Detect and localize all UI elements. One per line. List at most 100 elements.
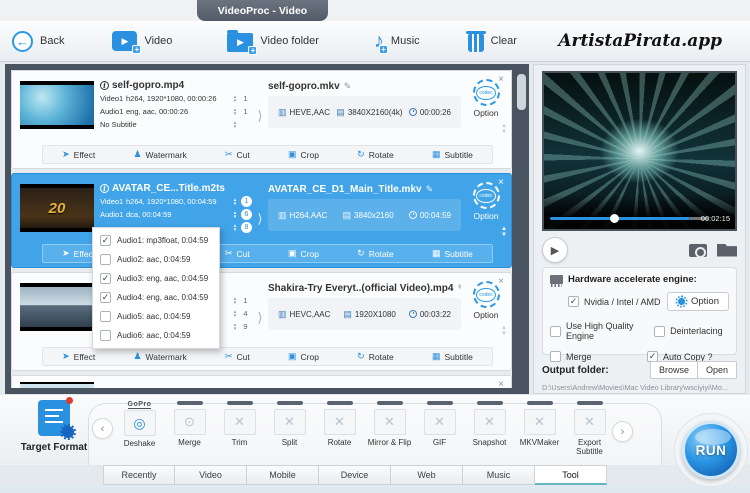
- info-icon[interactable]: i: [100, 183, 109, 193]
- watermark-button[interactable]: ♟Watermark: [133, 149, 186, 160]
- effect-button[interactable]: ➤ Effect: [62, 149, 95, 160]
- track-spinner-icon[interactable]: ▲ ▼: [231, 94, 239, 103]
- tab-tool[interactable]: Tool: [535, 465, 607, 485]
- add-video-folder-button[interactable]: ▶ + Video folder: [227, 30, 319, 55]
- play-button[interactable]: ▶: [542, 237, 568, 263]
- cut-button[interactable]: ✂ Cut: [225, 149, 250, 160]
- checkbox-icon[interactable]: [100, 330, 111, 341]
- track-spinner-icon[interactable]: ▲ ▼: [231, 322, 239, 331]
- target-format-button[interactable]: Target Format: [16, 397, 92, 453]
- open-button[interactable]: Open: [697, 361, 737, 379]
- tab-recently[interactable]: Recently: [103, 465, 175, 485]
- progress-handle[interactable]: [610, 214, 619, 223]
- export-subtitle-icon: ✕: [573, 409, 606, 435]
- hw-engine-checkbox[interactable]: Nvidia / Intel / AMD: [568, 296, 661, 307]
- audio-option-4[interactable]: Audio4: eng, aac, 0:04:59: [93, 288, 219, 307]
- reorder-arrows-icon[interactable]: ▲ ▼: [501, 123, 507, 135]
- deinterlacing-checkbox[interactable]: Deinterlacing: [654, 325, 729, 337]
- split-icon: ✕: [273, 409, 306, 435]
- tools-scroll-left-button[interactable]: ‹: [92, 418, 113, 439]
- tool-deshake[interactable]: GoPro ◎ Deshake: [116, 401, 163, 457]
- track-spinner-icon[interactable]: ▲ ▼: [231, 309, 239, 318]
- tool-mirror-flip[interactable]: ✕ Mirror & Flip: [366, 401, 413, 457]
- checkbox-icon[interactable]: [568, 296, 579, 307]
- tool-trim[interactable]: ✕ Trim: [216, 401, 263, 457]
- tools-scroll-right-button[interactable]: ›: [612, 421, 633, 442]
- tab-web[interactable]: Web: [391, 465, 463, 485]
- close-icon[interactable]: ×: [498, 379, 504, 388]
- crop-button[interactable]: ▣ Crop: [288, 149, 319, 160]
- crop-button[interactable]: ▣ Crop: [288, 248, 319, 259]
- high-quality-checkbox[interactable]: Use High Quality Engine: [550, 321, 654, 341]
- open-folder-icon[interactable]: [717, 243, 737, 257]
- clock-icon: [408, 310, 417, 318]
- back-label: Back: [40, 35, 65, 47]
- checkbox-icon[interactable]: [100, 311, 111, 322]
- rotate-button[interactable]: ↻ Rotate: [357, 149, 394, 160]
- audio-option-3[interactable]: Audio3: eng, aac, 0:04:59: [93, 269, 219, 288]
- audio-option-6[interactable]: Audio6: aac, 0:04:59: [93, 326, 219, 345]
- audio-option-1[interactable]: Audio1: mp3float, 0:04:59: [93, 231, 219, 250]
- tool-merge[interactable]: ⊙ Merge: [166, 401, 213, 457]
- watermark-button[interactable]: ♟Watermark: [133, 351, 186, 362]
- tab-device[interactable]: Device: [319, 465, 391, 485]
- close-icon[interactable]: ×: [498, 177, 504, 188]
- rotate-button[interactable]: ↻ Rotate: [357, 248, 394, 259]
- info-icon[interactable]: i: [100, 80, 109, 90]
- cut-button[interactable]: ✂ Cut: [225, 248, 250, 259]
- effect-button[interactable]: ➤ Effect: [62, 351, 95, 362]
- close-icon[interactable]: ×: [498, 276, 504, 287]
- tool-split[interactable]: ✕ Split: [266, 401, 313, 457]
- video-row-shakira[interactable]: × ▲▼ i ▲▼ 1: [11, 272, 512, 371]
- subtitle-button[interactable]: ▦ Subtitle: [432, 149, 473, 160]
- checkbox-icon[interactable]: [100, 235, 111, 246]
- clear-button[interactable]: Clear: [465, 30, 517, 52]
- reorder-arrows-icon[interactable]: ▲ ▼: [501, 325, 507, 337]
- add-video-button[interactable]: ▶ + Video: [112, 31, 172, 54]
- back-button[interactable]: ← Back: [12, 30, 65, 52]
- list-scrollbar-thumb[interactable]: [517, 74, 526, 110]
- tool-gif[interactable]: ✕ GIF: [416, 401, 463, 457]
- subtitle-button[interactable]: ▦ Subtitle: [432, 351, 473, 362]
- rotate-button[interactable]: ↻ Rotate: [357, 351, 394, 362]
- tool-export-subtitle[interactable]: ✕ Export Subtitle: [566, 401, 613, 457]
- reorder-arrows-icon[interactable]: ▲ ▼: [501, 226, 507, 238]
- track-spinner-icon[interactable]: ▲ ▼: [231, 107, 239, 116]
- gif-icon: ✕: [423, 409, 456, 435]
- checkbox-icon[interactable]: [100, 254, 111, 265]
- tab-music[interactable]: Music: [463, 465, 535, 485]
- close-icon[interactable]: ×: [498, 74, 504, 85]
- track-spinner-icon[interactable]: ▲ ▼: [231, 223, 239, 232]
- tool-rotate[interactable]: ✕ Rotate: [316, 401, 363, 457]
- browse-button[interactable]: Browse: [649, 361, 698, 379]
- checkbox-icon[interactable]: [550, 325, 561, 337]
- checkbox-icon[interactable]: [100, 292, 111, 303]
- edit-icon[interactable]: ✎: [344, 81, 352, 92]
- progress-bar[interactable]: [550, 217, 690, 220]
- tool-mkvmaker[interactable]: ✕ MKVMaker: [516, 401, 563, 457]
- cut-button[interactable]: ✂ Cut: [225, 351, 250, 362]
- hw-option-button[interactable]: Option: [667, 292, 729, 311]
- audio-track[interactable]: Audio1 dca, 00:04:59 ▲ ▼ 6: [100, 208, 252, 221]
- track-spinner-icon[interactable]: ▲ ▼: [231, 120, 239, 129]
- tool-snapshot[interactable]: ✕ Snapshot: [466, 401, 513, 457]
- track-spinner-icon[interactable]: ▲ ▼: [231, 296, 239, 305]
- video-row-partial[interactable]: ×: [11, 375, 512, 388]
- effect-button[interactable]: ➤ Effect: [62, 248, 95, 259]
- edit-icon[interactable]: ✎: [426, 184, 434, 195]
- video-row-avatar[interactable]: × ▲ ▼ 20 i AVATAR_CE...Title.m2ts Video1 …: [11, 173, 512, 268]
- checkbox-icon[interactable]: [100, 273, 111, 284]
- track-spinner-icon[interactable]: ▲ ▼: [231, 210, 239, 219]
- checkbox-icon[interactable]: [654, 325, 666, 337]
- snapshot-camera-icon[interactable]: [689, 243, 707, 258]
- tab-mobile[interactable]: Mobile: [247, 465, 319, 485]
- audio-option-2[interactable]: Audio2: aac, 0:04:59: [93, 250, 219, 269]
- track-spinner-icon[interactable]: ▲ ▼: [231, 197, 239, 206]
- tab-video[interactable]: Video: [175, 465, 247, 485]
- crop-button[interactable]: ▣ Crop: [288, 351, 319, 362]
- add-music-button[interactable]: ♪ + Music: [374, 31, 420, 54]
- video-row-selfgopro[interactable]: × ▲ ▼ i self-gopro.mp4 Video1 h264, 1920*…: [11, 70, 512, 169]
- video-preview[interactable]: 00:02:15: [542, 71, 737, 231]
- subtitle-button[interactable]: ▦ Subtitle: [432, 248, 473, 259]
- audio-option-5[interactable]: Audio5: aac, 0:04:59: [93, 307, 219, 326]
